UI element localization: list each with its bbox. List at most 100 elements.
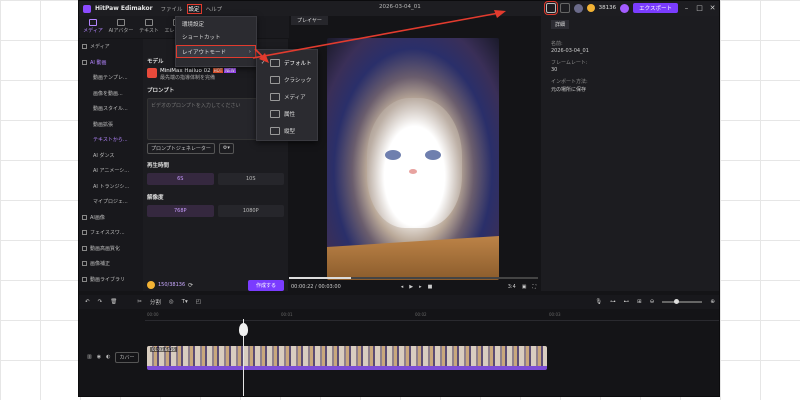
sidebar: メディア AI 動画 動画テンプレ... 画像を動画... 動画スタイル... … bbox=[79, 39, 143, 291]
zoom-slider[interactable] bbox=[662, 299, 703, 304]
sidebar-item-ai-animation[interactable]: AI アニメーシ... bbox=[79, 163, 143, 179]
player-header: プレイヤー bbox=[289, 16, 538, 25]
aspect-ratio[interactable]: 3:4 bbox=[508, 284, 516, 290]
layout-icon[interactable] bbox=[543, 1, 558, 15]
snap-icon[interactable]: ⊷ bbox=[624, 299, 630, 305]
sidebar-item-video-template[interactable]: 動画テンプレ... bbox=[79, 70, 143, 86]
layout-attributes[interactable]: 属性 bbox=[257, 105, 317, 122]
fullscreen-icon[interactable]: ⛶ bbox=[532, 284, 536, 290]
fps-value: 30 bbox=[551, 67, 558, 73]
layout-media[interactable]: メディア bbox=[257, 88, 317, 105]
split-button[interactable]: 分割 bbox=[150, 298, 161, 306]
layout-classic-icon bbox=[270, 75, 280, 84]
text-icon bbox=[145, 19, 153, 26]
player-scrubber[interactable] bbox=[289, 277, 538, 279]
tab-details[interactable]: 詳細 bbox=[551, 20, 570, 29]
sidebar-item-ai-image[interactable]: AI画像 bbox=[79, 210, 143, 226]
zoom-in-icon[interactable]: ⊕ bbox=[710, 299, 715, 305]
menu-settings[interactable]: 設定 bbox=[186, 3, 202, 14]
enhance-icon bbox=[82, 245, 87, 251]
folder-icon bbox=[82, 44, 87, 50]
close-icon[interactable]: ✕ bbox=[708, 4, 717, 12]
split-icon[interactable]: ✂ bbox=[137, 299, 142, 305]
duration-10s[interactable]: 10S bbox=[217, 173, 284, 185]
resolution-1080p[interactable]: 1080P bbox=[217, 205, 284, 217]
sidebar-item-text-to-video[interactable]: テキストから... bbox=[79, 132, 143, 148]
refresh-icon[interactable]: ⟳ bbox=[188, 282, 193, 289]
sidebar-item-face-swap[interactable]: フェイススワ... bbox=[79, 225, 143, 241]
app-window: HitPaw Edimakor ファイル 設定 ヘルプ 2026-03-04_0… bbox=[78, 0, 720, 397]
prev-frame-icon[interactable]: ◂ bbox=[401, 284, 404, 290]
tab-ai-avatar[interactable]: AIアバター bbox=[107, 16, 135, 38]
menu-item-preferences[interactable]: 環境設定 bbox=[176, 17, 256, 30]
chevron-right-icon: › bbox=[248, 48, 251, 55]
settings-dropdown-button[interactable]: ⚙▾ bbox=[218, 143, 234, 154]
video-preview[interactable] bbox=[327, 38, 499, 280]
fps-key: フレームレート: bbox=[551, 60, 588, 66]
menu-item-shortcuts[interactable]: ショートカット bbox=[176, 30, 256, 43]
menu-item-layout-mode[interactable]: レイアウトモード › bbox=[176, 45, 256, 58]
maximize-icon[interactable]: □ bbox=[695, 4, 704, 12]
avatar[interactable] bbox=[573, 3, 583, 13]
new-badge: NEW bbox=[224, 68, 236, 73]
freeze-icon[interactable]: ◎ bbox=[169, 299, 174, 305]
prompt-tools: プロンプトジェネレーター ⚙▾ bbox=[147, 143, 284, 154]
playhead-handle[interactable] bbox=[239, 323, 248, 336]
mic-icon[interactable]: 🎙 bbox=[595, 299, 602, 305]
delete-icon[interactable]: 🗑 bbox=[110, 299, 117, 305]
menu-file[interactable]: ファイル bbox=[161, 5, 183, 13]
minimize-icon[interactable]: – bbox=[682, 4, 691, 12]
tab-player[interactable]: プレイヤー bbox=[291, 16, 328, 25]
next-frame-icon[interactable]: ▸ bbox=[419, 284, 422, 290]
import-value: 元の場所に保存 bbox=[551, 87, 587, 93]
ai-avatar-icon bbox=[117, 19, 125, 26]
tab-text[interactable]: テキスト bbox=[135, 16, 163, 38]
layout-vertical[interactable]: 縦型 bbox=[257, 122, 317, 139]
library-icon bbox=[82, 276, 87, 282]
play-icon[interactable]: ▶ bbox=[409, 284, 413, 290]
prompt-generator-button[interactable]: プロンプトジェネレーター bbox=[147, 143, 215, 154]
duration-6s[interactable]: 6S bbox=[147, 173, 214, 185]
track-visibility-icon[interactable]: ◉ bbox=[97, 354, 101, 360]
sidebar-item-my-projects[interactable]: マイプロジェ... bbox=[79, 194, 143, 210]
sidebar-item-video-extend[interactable]: 動画拡張 bbox=[79, 117, 143, 133]
export-button[interactable]: エクスポート bbox=[633, 3, 678, 13]
video-cat-eye-right bbox=[425, 150, 441, 160]
sidebar-item-ai-transition[interactable]: AI トランジシ... bbox=[79, 179, 143, 195]
redo-icon[interactable]: ↷ bbox=[98, 299, 103, 305]
sidebar-item-image-to-video[interactable]: 画像を動画... bbox=[79, 86, 143, 102]
track-lock-icon[interactable]: ▥ bbox=[87, 354, 92, 360]
menu-help[interactable]: ヘルプ bbox=[206, 5, 223, 13]
sidebar-item-ai-dance[interactable]: AI ダンス bbox=[79, 148, 143, 164]
snapshot-icon[interactable]: ▣ bbox=[522, 284, 527, 290]
ruler-tick-3: 00:03 bbox=[549, 312, 561, 317]
resolution-768p[interactable]: 768P bbox=[147, 205, 214, 217]
link-icon[interactable]: ⊶ bbox=[610, 299, 616, 305]
sidebar-item-video-enhance[interactable]: 動画高画質化 bbox=[79, 241, 143, 257]
feedback-icon[interactable] bbox=[559, 3, 570, 13]
player-controls: 00:00:22 / 00:03:00 ◂ ▶ ▸ ■ 3:4 ▣ ⛶ bbox=[289, 282, 538, 291]
sidebar-item-video-library[interactable]: 動画ライブラリ bbox=[79, 272, 143, 288]
sidebar-item-ai-video[interactable]: AI 動画 bbox=[79, 55, 143, 71]
zoom-out-icon[interactable]: ⊖ bbox=[650, 299, 655, 305]
app-name: HitPaw Edimakor bbox=[95, 5, 153, 12]
cover-button[interactable]: カバー bbox=[115, 351, 139, 363]
more-icon[interactable]: ◰ bbox=[196, 299, 201, 305]
layout-classic[interactable]: クラシック bbox=[257, 71, 317, 88]
sidebar-item-image-enhance[interactable]: 画像補正 bbox=[79, 256, 143, 272]
vip-badge-icon[interactable] bbox=[620, 3, 630, 13]
tab-media[interactable]: メディア bbox=[79, 16, 107, 38]
hot-badge: HOT bbox=[212, 68, 224, 73]
text-tool-icon[interactable]: T▾ bbox=[182, 299, 188, 305]
track-mute-icon[interactable]: ◐ bbox=[106, 354, 110, 360]
stop-icon[interactable]: ■ bbox=[428, 284, 433, 290]
undo-icon[interactable]: ↶ bbox=[85, 299, 90, 305]
sidebar-item-media[interactable]: メディア bbox=[79, 39, 143, 55]
resolution-label: 解像度 bbox=[147, 195, 164, 201]
layout-default[interactable]: ✓ デフォルト bbox=[257, 54, 317, 71]
video-clip[interactable]: 01:03.6416 bbox=[147, 346, 547, 370]
ripple-icon[interactable]: ⊞ bbox=[637, 299, 642, 305]
sidebar-item-video-style[interactable]: 動画スタイル... bbox=[79, 101, 143, 117]
credit-count: 150/38136 bbox=[158, 282, 186, 288]
create-button[interactable]: 作成する bbox=[247, 279, 284, 291]
